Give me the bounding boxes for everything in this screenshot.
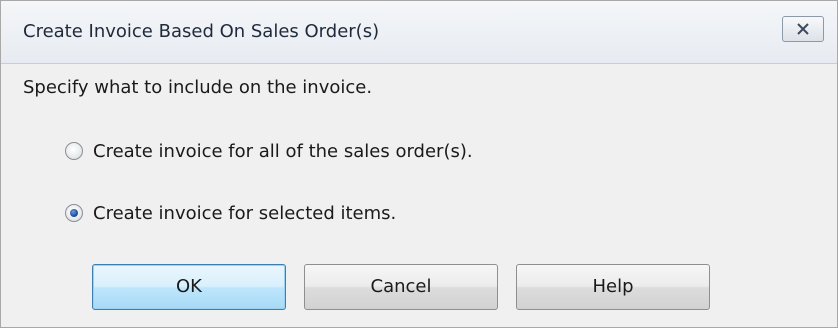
option-selected-items[interactable]: Create invoice for selected items. bbox=[65, 201, 396, 225]
radio-selected-items[interactable] bbox=[65, 204, 83, 222]
instruction-text: Specify what to include on the invoice. bbox=[23, 77, 373, 98]
ok-button[interactable]: OK bbox=[92, 264, 286, 310]
close-icon bbox=[797, 23, 809, 35]
dialog-title: Create Invoice Based On Sales Order(s) bbox=[23, 21, 380, 42]
option-all-orders-label[interactable]: Create invoice for all of the sales orde… bbox=[93, 141, 473, 162]
title-bar: Create Invoice Based On Sales Order(s) bbox=[1, 1, 837, 64]
close-button[interactable] bbox=[782, 16, 824, 42]
option-selected-items-label[interactable]: Create invoice for selected items. bbox=[93, 203, 396, 224]
create-invoice-dialog: Create Invoice Based On Sales Order(s) S… bbox=[0, 0, 838, 328]
option-all-orders[interactable]: Create invoice for all of the sales orde… bbox=[65, 139, 473, 163]
radio-all-orders[interactable] bbox=[65, 142, 83, 160]
cancel-button[interactable]: Cancel bbox=[304, 264, 498, 310]
help-button[interactable]: Help bbox=[516, 264, 710, 310]
